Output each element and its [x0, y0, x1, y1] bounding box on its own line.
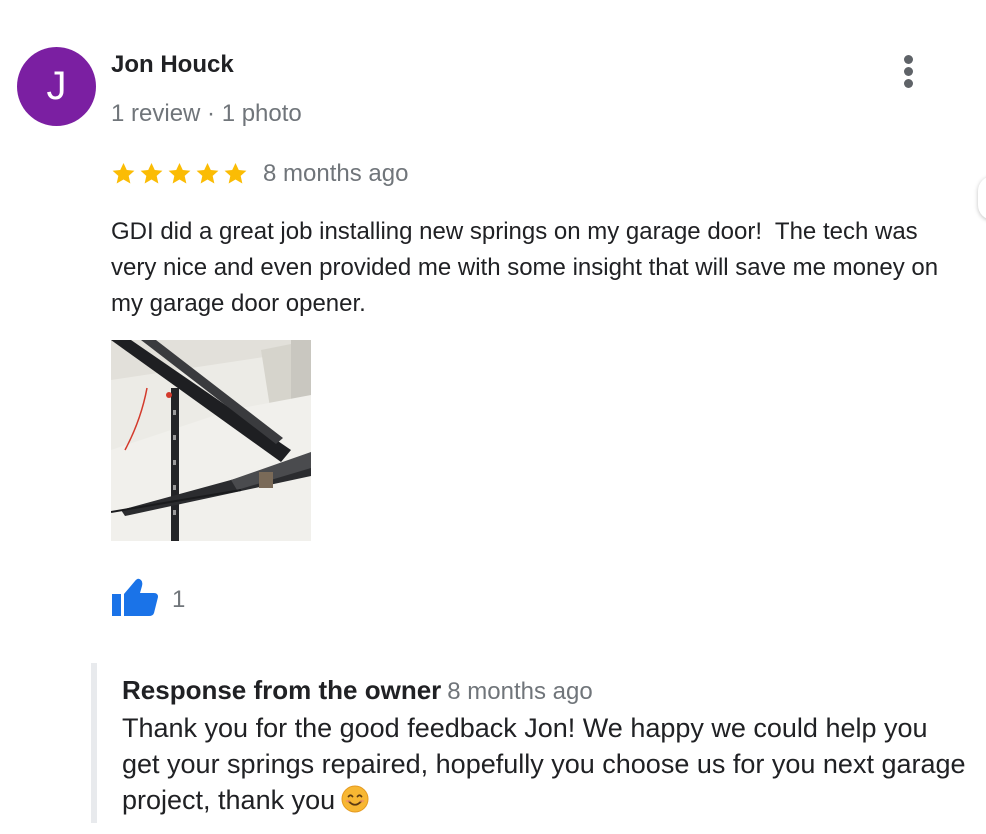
avatar[interactable]: J [17, 47, 96, 126]
like-button[interactable] [111, 576, 159, 618]
review-photo[interactable] [111, 340, 311, 541]
more-dot [904, 67, 913, 76]
smiling-face-emoji [341, 785, 369, 822]
more-dot [904, 79, 913, 88]
like-count: 1 [172, 586, 186, 613]
review-text: GDI did a great job installing new sprin… [111, 218, 945, 317]
owner-response-body: Thank you for the good feedback Jon! We … [122, 713, 966, 815]
star-icon [224, 162, 247, 184]
star-rating [110, 160, 249, 188]
more-vertical-icon [904, 55, 913, 64]
owner-response-date: 8 months ago [447, 678, 593, 705]
garage-photo-image [111, 340, 311, 541]
scroll-next-button[interactable] [978, 176, 986, 220]
review-date: 8 months ago [263, 160, 409, 187]
star-icon [140, 162, 163, 184]
star-icon [112, 162, 135, 184]
star-icon [168, 162, 191, 184]
owner-response-text: Thank you for the good feedback Jon! We … [122, 710, 972, 822]
more-options-button[interactable] [896, 52, 922, 92]
reviewer-meta[interactable]: 1 review · 1 photo [111, 100, 302, 128]
owner-response-heading: Response from the owner 8 months ago [122, 675, 593, 706]
reviewer-name[interactable]: Jon Houck [111, 51, 234, 79]
thumbs-up-icon [112, 578, 158, 616]
owner-response-title: Response from the owner [122, 675, 442, 705]
owner-response-divider [91, 663, 97, 823]
star-icon [196, 162, 219, 184]
